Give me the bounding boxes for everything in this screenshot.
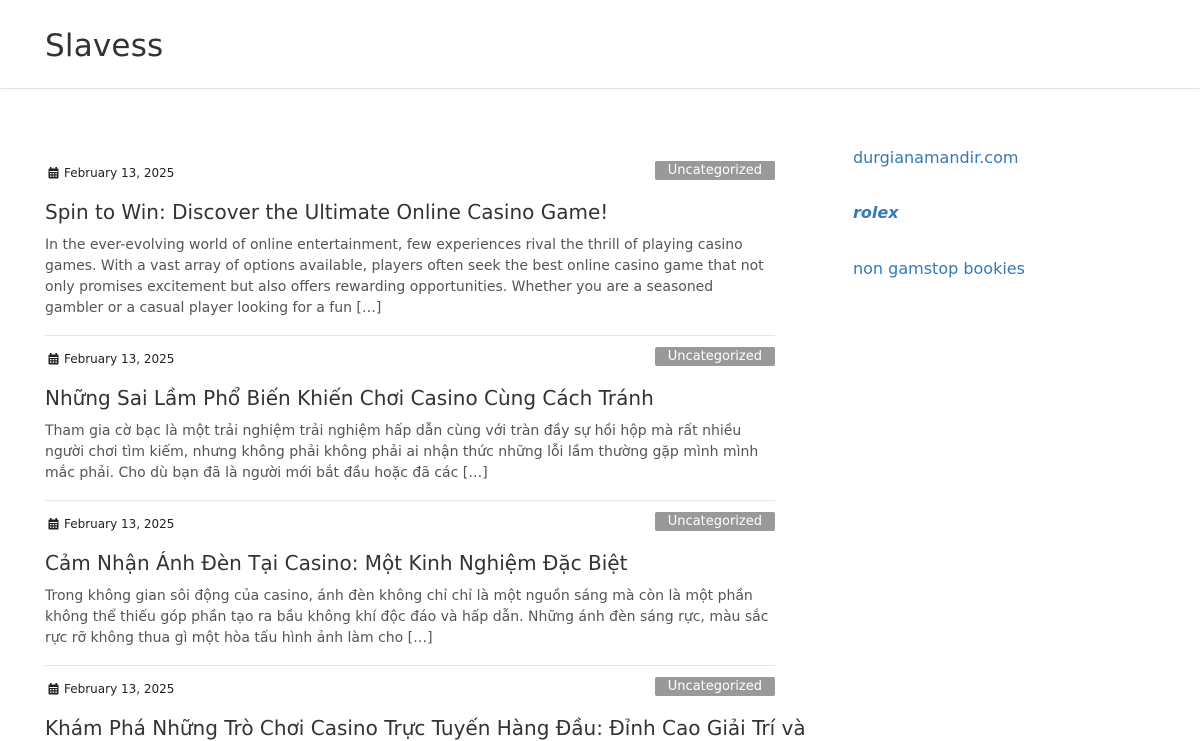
post-excerpt: In the ever-evolving world of online ent… xyxy=(45,237,764,316)
post-date-text: February 13, 2025 xyxy=(64,352,175,366)
calendar-icon xyxy=(48,518,59,530)
calendar-icon xyxy=(48,167,59,179)
post-date-text: February 13, 2025 xyxy=(64,682,175,696)
category-badge[interactable]: Uncategorized xyxy=(654,161,775,180)
sidebar-link-non-gamstop-bookies[interactable]: non gamstop bookies xyxy=(853,257,1153,281)
post-meta: February 13, 2025 Uncategorized xyxy=(45,666,775,698)
post-title-link[interactable]: Cảm Nhận Ánh Đèn Tại Casino: Một Kinh Ng… xyxy=(45,550,775,576)
post-date: February 13, 2025 xyxy=(48,681,174,697)
post-item: February 13, 2025 Uncategorized Những Sa… xyxy=(45,336,775,501)
sidebar-link-durgianamandir[interactable]: durgianamandir.com xyxy=(853,146,1153,170)
post-date: February 13, 2025 xyxy=(48,516,174,532)
sidebar-link-rolex[interactable]: rolex xyxy=(853,201,1153,225)
post-item: February 13, 2025 Uncategorized Khám Phá… xyxy=(45,666,806,741)
post-title-link[interactable]: Khám Phá Những Trò Chơi Casino Trực Tuyế… xyxy=(45,715,806,741)
site-title-link[interactable]: Slavess xyxy=(45,26,163,66)
post-date-text: February 13, 2025 xyxy=(64,517,175,531)
post-meta: February 13, 2025 Uncategorized xyxy=(45,150,775,182)
post-excerpt: Tham gia cờ bạc là một trải nghiệm trải … xyxy=(45,423,759,481)
post-excerpt: Trong không gian sôi động của casino, án… xyxy=(45,588,769,646)
calendar-icon xyxy=(48,683,59,695)
post-date-text: February 13, 2025 xyxy=(64,166,175,180)
post-meta: February 13, 2025 Uncategorized xyxy=(45,336,775,368)
post-date: February 13, 2025 xyxy=(48,351,174,367)
calendar-icon xyxy=(48,353,59,365)
post-list: February 13, 2025 Uncategorized Spin to … xyxy=(45,150,806,741)
post-item: February 13, 2025 Uncategorized Cảm Nhận… xyxy=(45,501,775,666)
category-badge[interactable]: Uncategorized xyxy=(654,347,775,366)
category-badge[interactable]: Uncategorized xyxy=(654,677,775,696)
post-meta: February 13, 2025 Uncategorized xyxy=(45,501,775,533)
post-item: February 13, 2025 Uncategorized Spin to … xyxy=(45,150,775,336)
sidebar: durgianamandir.com rolex non gamstop boo… xyxy=(853,146,1153,281)
post-date: February 13, 2025 xyxy=(48,165,174,181)
post-title-link[interactable]: Những Sai Lầm Phổ Biến Khiến Chơi Casino… xyxy=(45,385,775,411)
category-badge[interactable]: Uncategorized xyxy=(654,512,775,531)
post-title-link[interactable]: Spin to Win: Discover the Ultimate Onlin… xyxy=(45,199,775,225)
site-header: Slavess xyxy=(0,0,1200,89)
